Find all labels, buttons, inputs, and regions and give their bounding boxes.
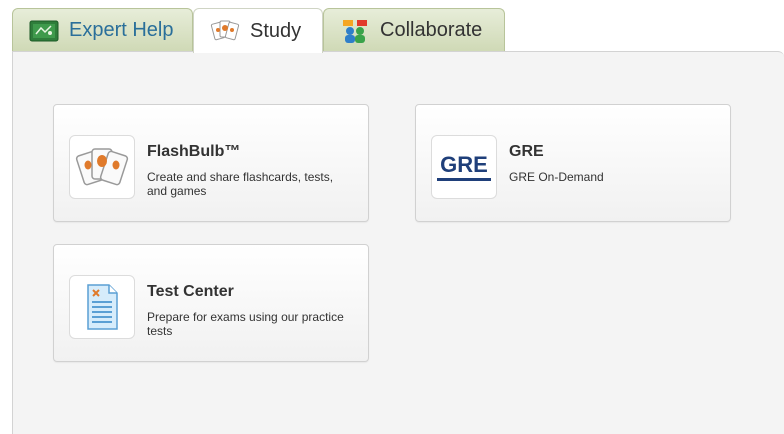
tab-label: Study: [250, 19, 302, 42]
gre-logo-icon: GRE: [431, 135, 497, 199]
card-description: Create and share flashcards, tests, and …: [147, 170, 334, 198]
tab-study[interactable]: Study: [193, 8, 323, 53]
tab-collaborate[interactable]: Collaborate: [323, 8, 505, 52]
chalkboard-icon: [29, 16, 59, 46]
flashbulb-card[interactable]: FlashBulb™ Create and share flashcards, …: [53, 104, 369, 222]
tab-expert-help[interactable]: Expert Help: [12, 8, 193, 52]
gre-card[interactable]: GRE GRE GRE On-Demand: [415, 104, 731, 222]
card-title: Test Center: [147, 283, 234, 300]
flashcards-icon: [210, 16, 240, 46]
card-title: FlashBulb™: [147, 143, 241, 160]
card-title: GRE: [509, 143, 544, 160]
svg-text:GRE: GRE: [440, 152, 488, 177]
tab-label: Collaborate: [380, 19, 483, 41]
card-description: Prepare for exams using our practice tes…: [147, 310, 344, 338]
test-document-icon: [69, 275, 135, 339]
tab-label: Expert Help: [69, 19, 174, 41]
people-icon: [340, 16, 370, 46]
card-description: GRE On-Demand: [509, 170, 604, 184]
test-center-card[interactable]: Test Center Prepare for exams using our …: [53, 244, 369, 362]
flashcards-icon: [69, 135, 135, 199]
